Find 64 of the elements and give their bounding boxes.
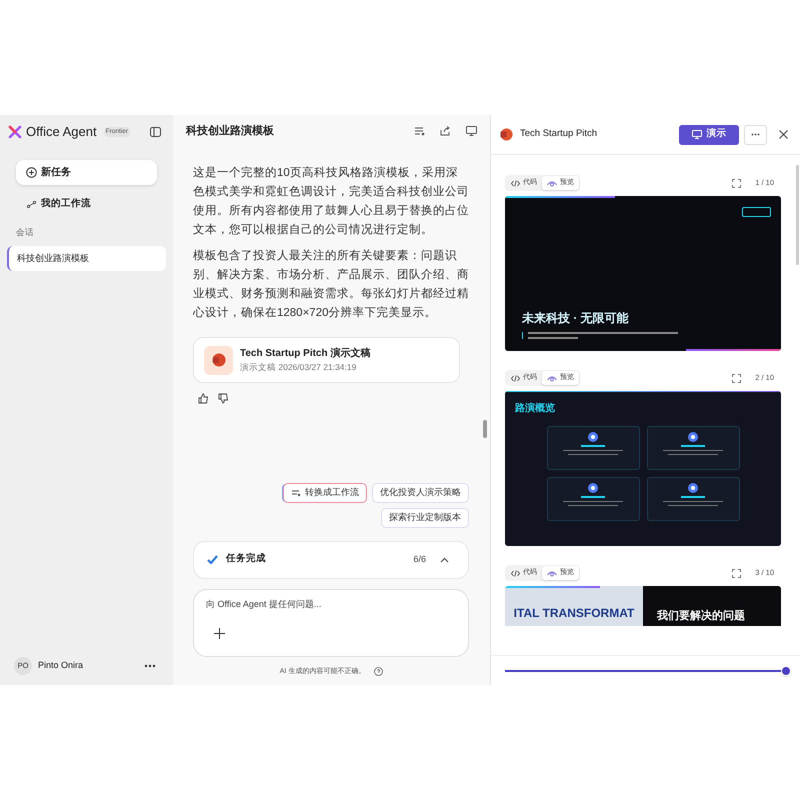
- suggestion-chip[interactable]: 转换成工作流: [283, 482, 367, 502]
- workflow-link[interactable]: 我的工作流: [16, 193, 157, 215]
- workflow-convert-icon[interactable]: [414, 126, 425, 136]
- share-icon[interactable]: [440, 126, 451, 136]
- section-label: 会话: [16, 226, 35, 239]
- fullscreen-icon[interactable]: [732, 178, 742, 188]
- task-count: 6/6: [413, 552, 426, 566]
- code-icon: [511, 570, 520, 576]
- message-paragraph: 模板包含了投资人最关注的所有关键要素：问题识别、解决方案、市场分析、产品展示、团队介绍、商业模式、财务预测和融资需求。每张幻灯片都经过精心设计，确保在1280×720分辨率下完美显示。: [193, 248, 469, 321]
- logo-icon: [8, 125, 22, 139]
- workflow-convert-icon: [291, 488, 301, 496]
- workflow-icon: [27, 200, 36, 208]
- plus-circle-icon: [26, 167, 37, 178]
- slide-heading: 我们要解决的问题: [657, 608, 745, 624]
- circle-icon: [688, 432, 698, 442]
- sidebar-toggle-icon[interactable]: [150, 127, 161, 137]
- thumbs-up-icon[interactable]: [198, 393, 209, 404]
- task-label: 任务完成: [226, 552, 266, 566]
- chevron-up-icon: [440, 556, 449, 562]
- presentation-file-icon: [212, 353, 226, 367]
- task-status-bar[interactable]: 任务完成 6/6: [193, 540, 469, 578]
- eye-icon: [547, 374, 557, 382]
- help-icon[interactable]: [374, 667, 384, 676]
- presentation-file-icon: [500, 128, 513, 141]
- circle-icon: [588, 432, 598, 442]
- fullscreen-icon[interactable]: [732, 568, 742, 578]
- slide-preview[interactable]: 路演概览: [505, 391, 781, 546]
- chat-input-field[interactable]: 向 Office Agent 提任何问题...: [206, 598, 456, 611]
- eye-icon: [547, 570, 557, 576]
- slider-thumb[interactable]: [781, 666, 791, 676]
- slide-heading: 路演概览: [515, 402, 556, 416]
- new-task-button[interactable]: 新任务: [16, 160, 157, 185]
- code-icon: [511, 374, 520, 382]
- message-paragraph: 这是一个完整的10页高科技风格路演模板，采用深色模式美学和霓虹色调设计，完美适合科技创业公司使用。所有内容都使用了鼓舞人心且易于替换的占位文本，您可以根据自己的公司情况进行定制。: [193, 165, 469, 238]
- circle-icon: [688, 483, 698, 493]
- preview-title: Tech Startup Pitch: [520, 127, 598, 142]
- slide-heading: 未来科技 · 无限可能: [522, 310, 630, 327]
- eye-icon: [547, 180, 557, 186]
- present-button[interactable]: 演示: [679, 124, 739, 144]
- circle-icon: [588, 483, 598, 493]
- more-icon: [751, 133, 760, 136]
- file-subtitle: 演示文稿 2026/03/27 21:34:19: [240, 361, 358, 374]
- slide-preview[interactable]: 未来科技 · 无限可能: [505, 196, 781, 351]
- scrollbar-thumb[interactable]: [796, 165, 799, 265]
- session-item[interactable]: 科技创业路演模板: [7, 246, 166, 271]
- check-icon: [207, 555, 218, 564]
- file-card[interactable]: Tech Startup Pitch 演示文稿 演示文稿 2026/03/27 21:34:19: [193, 337, 460, 383]
- fullscreen-icon[interactable]: [732, 374, 742, 382]
- suggestion-chip[interactable]: 优化投资人演示策略: [372, 482, 469, 502]
- user-name: Pinto Onira: [38, 659, 84, 672]
- code-icon: [511, 180, 520, 186]
- tag-outline: [742, 207, 771, 217]
- monitor-icon: [692, 130, 702, 139]
- suggestion-chip[interactable]: 探索行业定制版本: [381, 508, 469, 528]
- chat-title: 科技创业路演模板: [186, 124, 274, 139]
- close-icon[interactable]: [779, 130, 788, 139]
- thumbs-down-icon[interactable]: [218, 393, 229, 404]
- app-name: Office Agent: [26, 123, 97, 142]
- scrollbar-thumb[interactable]: [483, 420, 487, 438]
- plus-icon[interactable]: [214, 628, 225, 639]
- monitor-icon[interactable]: [466, 126, 477, 136]
- more-icon[interactable]: [144, 664, 156, 668]
- file-title: Tech Startup Pitch 演示文稿: [240, 346, 370, 362]
- slide-text: ITAL TRANSFORMAT: [514, 605, 634, 622]
